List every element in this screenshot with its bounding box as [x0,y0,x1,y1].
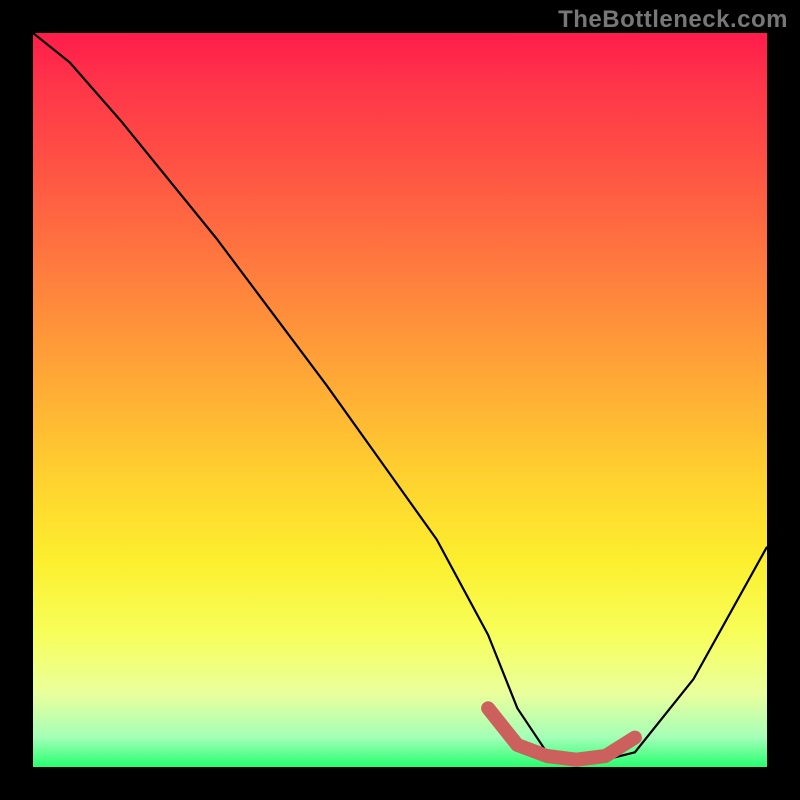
chart-frame: TheBottleneck.com [0,0,800,800]
low-bottleneck-highlight [488,708,635,759]
bottleneck-curve-path [33,33,767,760]
plot-area [33,33,767,767]
curve-overlay [33,33,767,767]
watermark-text: TheBottleneck.com [558,6,788,34]
